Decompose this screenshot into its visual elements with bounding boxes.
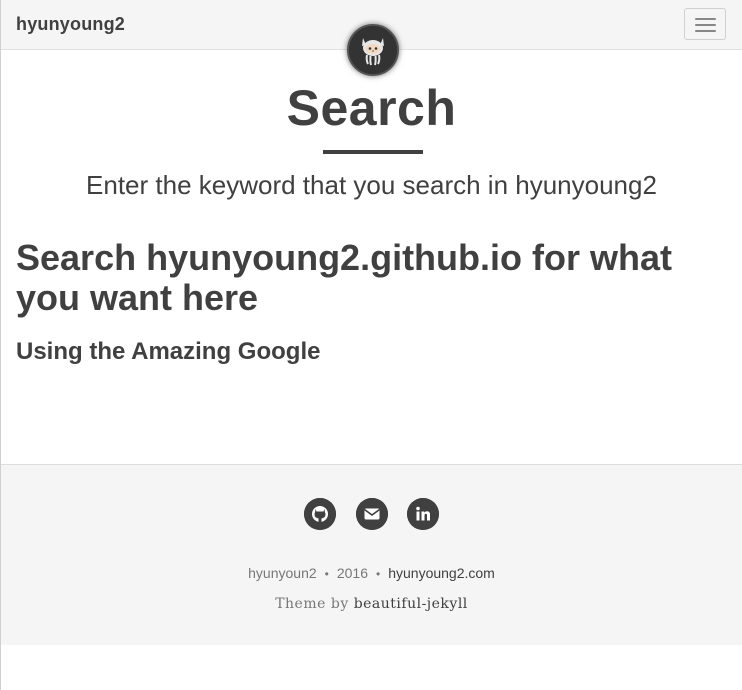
search-subheading: Using the Amazing Google — [16, 338, 321, 365]
hamburger-icon-bar — [695, 30, 716, 32]
email-link[interactable] — [356, 498, 388, 530]
github-link[interactable] — [304, 498, 336, 530]
title-divider — [323, 150, 423, 154]
menu-toggle-button[interactable] — [684, 8, 726, 40]
hamburger-icon — [695, 18, 716, 20]
footer-theme-prefix: Theme by — [275, 596, 349, 612]
search-heading: Search hyunyoung2.github.io for what you… — [16, 237, 673, 318]
footer-site-link[interactable]: hyunyoung2.com — [388, 565, 495, 581]
linkedin-link[interactable] — [407, 498, 439, 530]
octocat-icon — [349, 26, 397, 74]
footer-author: hyunyoun2 — [248, 565, 317, 581]
hamburger-icon-bar — [695, 24, 716, 26]
footer-theme-credit: Theme by beautiful-jekyll — [1, 596, 742, 612]
page: hyunyoung2 Search Enter the keyword that… — [0, 0, 742, 690]
page-heading: Search — [1, 78, 742, 154]
page-title: Search — [286, 80, 457, 136]
navbar-brand[interactable]: hyunyoung2 — [16, 14, 125, 35]
page-subtitle: Enter the keyword that you search in hyu… — [86, 170, 657, 200]
email-icon — [356, 498, 388, 530]
linkedin-icon — [407, 498, 439, 530]
footer: hyunyoun2 • 2016 • hyunyoung2.com Theme by b… — [1, 464, 742, 645]
footer-separator: • — [324, 567, 329, 581]
github-icon — [304, 498, 336, 530]
avatar[interactable] — [347, 24, 399, 76]
footer-theme-link[interactable]: beautiful-jekyll — [354, 596, 468, 612]
footer-meta: hyunyoun2 • 2016 • hyunyoung2.com — [1, 565, 742, 581]
footer-separator: • — [376, 567, 381, 581]
footer-year: 2016 — [336, 565, 369, 581]
